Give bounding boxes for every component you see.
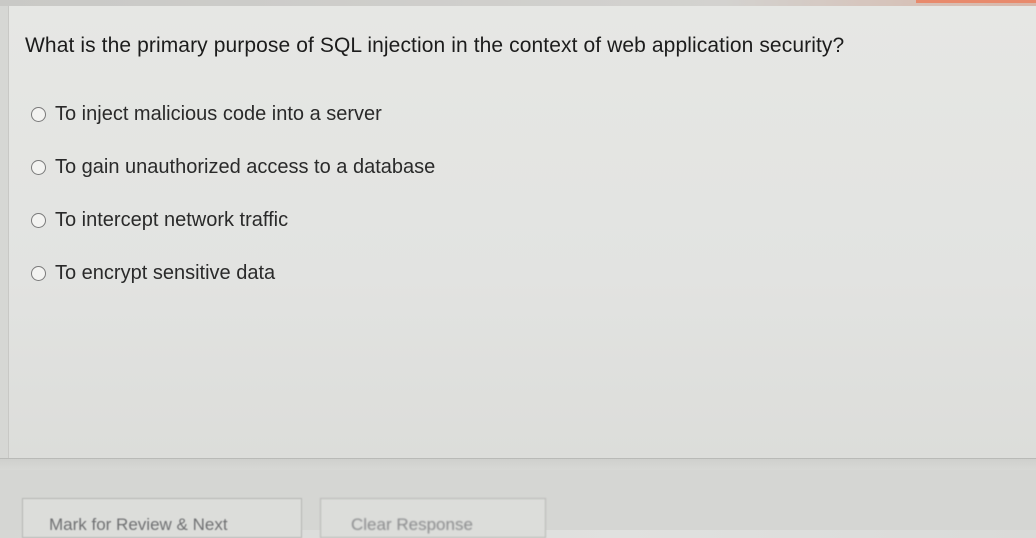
option-label: To intercept network traffic xyxy=(55,209,289,231)
option-label: To gain unauthorized access to a databas… xyxy=(55,156,436,178)
radio-button[interactable] xyxy=(31,266,46,281)
option-label: To encrypt sensitive data xyxy=(55,262,276,284)
answer-options: To inject malicious code into a server T… xyxy=(31,88,435,300)
option-label: To inject malicious code into a server xyxy=(55,103,382,125)
question-text: What is the primary purpose of SQL injec… xyxy=(25,34,845,57)
option-2[interactable]: To gain unauthorized access to a databas… xyxy=(31,141,435,194)
radio-button[interactable] xyxy=(31,107,46,122)
radio-button[interactable] xyxy=(31,213,46,228)
clear-response-button[interactable]: Clear Response xyxy=(320,498,546,538)
top-accent-bar xyxy=(916,0,1036,3)
footer-bar: Mark for Review & Next Clear Response xyxy=(0,470,1036,538)
option-4[interactable]: To encrypt sensitive data xyxy=(31,247,435,300)
mark-for-review-next-button[interactable]: Mark for Review & Next xyxy=(22,498,302,538)
radio-button[interactable] xyxy=(31,160,46,175)
option-3[interactable]: To intercept network traffic xyxy=(31,194,435,247)
option-1[interactable]: To inject malicious code into a server xyxy=(31,88,435,141)
question-panel: What is the primary purpose of SQL injec… xyxy=(8,6,1036,458)
